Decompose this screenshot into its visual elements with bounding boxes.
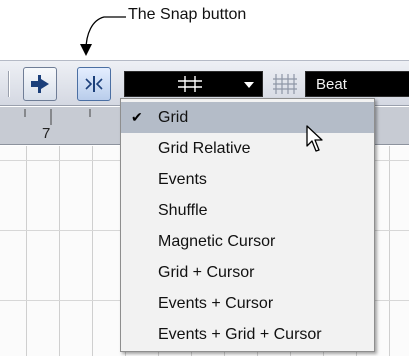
menu-item-label: Shuffle (158, 202, 208, 219)
menu-item-events[interactable]: Events (121, 164, 374, 195)
menu-item-grid-relative[interactable]: Grid Relative (121, 133, 374, 164)
snap-button-callout: The Snap button (128, 6, 247, 23)
menu-item-label: Events + Grid + Cursor (158, 326, 322, 343)
mouse-pointer-icon (306, 125, 323, 152)
menu-item-label: Grid (158, 109, 189, 126)
quantize-grid-icon[interactable] (270, 71, 300, 97)
menu-item-label: Grid + Cursor (158, 264, 255, 281)
quantize-selector[interactable]: Beat (305, 71, 409, 97)
menu-item-label: Grid Relative (158, 140, 251, 157)
menu-item-shuffle[interactable]: Shuffle (121, 195, 374, 226)
grid-icon (178, 76, 202, 92)
menu-item-events-grid-cursor[interactable]: Events + Grid + Cursor (121, 319, 374, 350)
menu-item-magnetic-cursor[interactable]: Magnetic Cursor (121, 226, 374, 257)
snap-type-selector[interactable] (124, 71, 263, 97)
checkmark-icon: ✔ (131, 109, 143, 125)
snap-button[interactable] (77, 67, 111, 101)
menu-item-grid[interactable]: ✔ Grid (121, 102, 374, 133)
menu-item-label: Events + Cursor (158, 295, 274, 312)
snap-type-menu: ✔ Grid Grid Relative Events Shuffle Magn… (120, 98, 375, 352)
menu-item-label: Events (158, 171, 207, 188)
menu-item-grid-cursor[interactable]: Grid + Cursor (121, 257, 374, 288)
snap-arrows-icon (85, 76, 103, 92)
toolbar-separator (8, 71, 10, 97)
insert-arrow-icon (31, 75, 49, 93)
menu-item-label: Magnetic Cursor (158, 233, 276, 250)
dropdown-arrow-icon[interactable] (244, 82, 254, 88)
ruler-bar-number: 7 (42, 125, 51, 142)
menu-item-events-cursor[interactable]: Events + Cursor (121, 288, 374, 319)
insert-button[interactable] (23, 67, 57, 101)
